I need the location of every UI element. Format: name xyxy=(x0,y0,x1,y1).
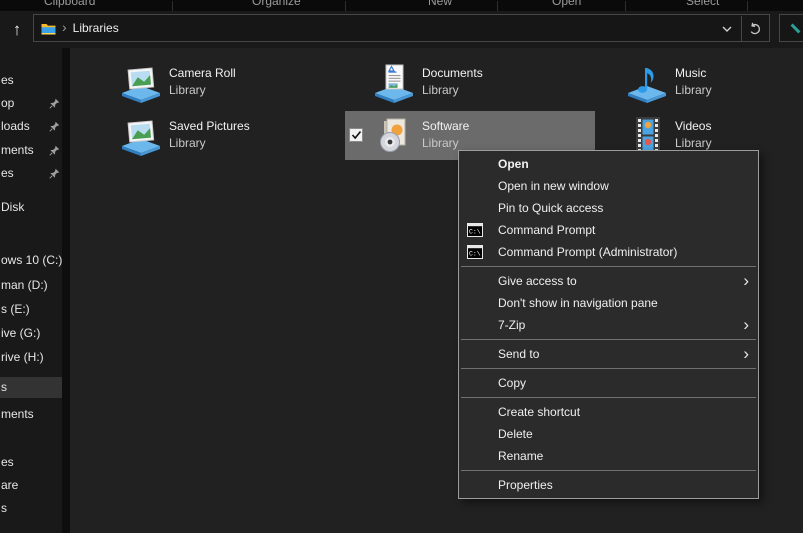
address-bar[interactable]: › Libraries xyxy=(33,14,770,42)
tile-name: Music xyxy=(675,65,712,82)
sidebar-item[interactable]: ments xyxy=(0,404,62,425)
ribbon-group-open: Open xyxy=(552,0,581,8)
ribbon-group-organize: Organize xyxy=(252,0,301,8)
tile-name: Saved Pictures xyxy=(169,118,250,135)
tile-music[interactable]: MusicLibrary xyxy=(598,58,803,107)
sidebar-item[interactable]: ows 10 (C:) xyxy=(0,250,62,271)
menu-item-command-prompt[interactable]: C:\ Command Prompt xyxy=(459,219,758,241)
chevron-down-icon xyxy=(722,26,732,32)
svg-text:C:\: C:\ xyxy=(469,229,481,236)
tile-saved-pictures[interactable]: Saved PicturesLibrary xyxy=(92,111,342,160)
menu-item-properties[interactable]: Properties xyxy=(459,474,758,496)
tile-subtitle: Library xyxy=(169,135,250,152)
menu-item-dont-show-navigation-pane[interactable]: Don't show in navigation pane xyxy=(459,292,758,314)
sidebar-item[interactable]: es xyxy=(0,70,62,91)
ribbon-separator xyxy=(625,1,626,11)
refresh-icon xyxy=(748,22,762,36)
sidebar-item[interactable]: rive (H:) xyxy=(0,347,62,368)
menu-item-command-prompt-admin[interactable]: C:\ Command Prompt (Administrator) xyxy=(459,241,758,263)
pin-icon xyxy=(49,121,60,132)
menu-item-open-new-window[interactable]: Open in new window xyxy=(459,175,758,197)
menu-item-open[interactable]: Open xyxy=(459,153,758,175)
sidebar-item[interactable]: loads xyxy=(0,116,62,137)
picture-library-icon xyxy=(120,115,162,157)
ribbon-group-new: New xyxy=(428,0,452,8)
breadcrumb[interactable]: Libraries xyxy=(73,21,119,35)
context-menu: Open Open in new window Pin to Quick acc… xyxy=(458,150,759,499)
tile-name: Documents xyxy=(422,65,483,82)
up-arrow-icon: ↑ xyxy=(13,20,22,40)
sidebar-item[interactable]: s xyxy=(0,498,62,519)
up-button[interactable]: ↑ xyxy=(4,16,30,43)
sidebar-item[interactable]: ive (G:) xyxy=(0,323,62,344)
submenu-arrow-icon: › xyxy=(743,344,749,364)
sidebar-item[interactable]: es xyxy=(0,452,62,473)
sidebar-item[interactable]: man (D:) xyxy=(0,275,62,296)
navigation-bar: ↑ › Libraries xyxy=(0,11,803,48)
refresh-button[interactable] xyxy=(742,16,768,42)
checkmark-icon xyxy=(351,130,362,140)
menu-item-pin-quick-access[interactable]: Pin to Quick access xyxy=(459,197,758,219)
ribbon-separator xyxy=(747,1,748,11)
tile-documents[interactable]: DocumentsLibrary xyxy=(345,58,595,107)
menu-item-send-to[interactable]: Send to› xyxy=(459,343,758,365)
sidebar-item[interactable]: Disk xyxy=(0,197,62,218)
picture-library-icon xyxy=(120,62,162,104)
tile-subtitle: Library xyxy=(422,82,483,99)
submenu-arrow-icon: › xyxy=(743,315,749,335)
address-dropdown-button[interactable] xyxy=(713,16,741,42)
command-prompt-icon: C:\ xyxy=(467,245,483,259)
menu-item-copy[interactable]: Copy xyxy=(459,372,758,394)
breadcrumb-chevron-icon: › xyxy=(62,19,67,35)
tile-checkbox[interactable] xyxy=(349,128,363,142)
navigation-pane: es op loads ments es Disk ows 10 (C:) ma… xyxy=(0,48,62,533)
sidebar-item[interactable]: are xyxy=(0,475,62,496)
sidebar-item[interactable]: s (E:) xyxy=(0,299,62,320)
sidebar-item[interactable]: op xyxy=(0,93,62,114)
sidebar-item[interactable]: ments xyxy=(0,140,62,161)
menu-separator xyxy=(461,368,756,369)
ribbon-strip: Clipboard Organize New Open Select xyxy=(0,0,803,11)
tile-name: Camera Roll xyxy=(169,65,236,82)
ribbon-separator xyxy=(497,1,498,11)
command-prompt-icon: C:\ xyxy=(467,223,483,237)
tile-camera-roll[interactable]: Camera RollLibrary xyxy=(92,58,342,107)
menu-item-delete[interactable]: Delete xyxy=(459,423,758,445)
menu-item-rename[interactable]: Rename xyxy=(459,445,758,467)
ribbon-group-select: Select xyxy=(686,0,719,8)
documents-library-icon xyxy=(373,62,415,104)
menu-separator xyxy=(461,470,756,471)
tile-name: Videos xyxy=(675,118,712,135)
menu-item-7zip[interactable]: 7-Zip› xyxy=(459,314,758,336)
menu-item-give-access-to[interactable]: Give access to› xyxy=(459,270,758,292)
pin-icon xyxy=(49,168,60,179)
pin-icon xyxy=(49,145,60,156)
sidebar-scrollbar[interactable] xyxy=(62,48,70,533)
menu-separator xyxy=(461,266,756,267)
ribbon-group-clipboard: Clipboard xyxy=(44,0,95,8)
menu-separator xyxy=(461,339,756,340)
search-icon xyxy=(791,24,801,34)
ribbon-separator xyxy=(345,1,346,11)
pin-icon xyxy=(49,98,60,109)
svg-text:C:\: C:\ xyxy=(469,251,481,258)
sidebar-item-selected[interactable]: s xyxy=(0,377,62,398)
tile-subtitle: Library xyxy=(675,82,712,99)
search-box[interactable] xyxy=(779,14,803,42)
music-library-icon xyxy=(626,62,668,104)
software-library-icon xyxy=(373,115,415,157)
ribbon-separator xyxy=(172,1,173,11)
tile-name: Software xyxy=(422,118,469,135)
folder-icon xyxy=(41,22,56,35)
submenu-arrow-icon: › xyxy=(743,271,749,291)
file-explorer-window: Clipboard Organize New Open Select ↑ › L… xyxy=(0,0,803,533)
sidebar-item[interactable]: es xyxy=(0,163,62,184)
menu-separator xyxy=(461,397,756,398)
menu-item-create-shortcut[interactable]: Create shortcut xyxy=(459,401,758,423)
tile-subtitle: Library xyxy=(169,82,236,99)
